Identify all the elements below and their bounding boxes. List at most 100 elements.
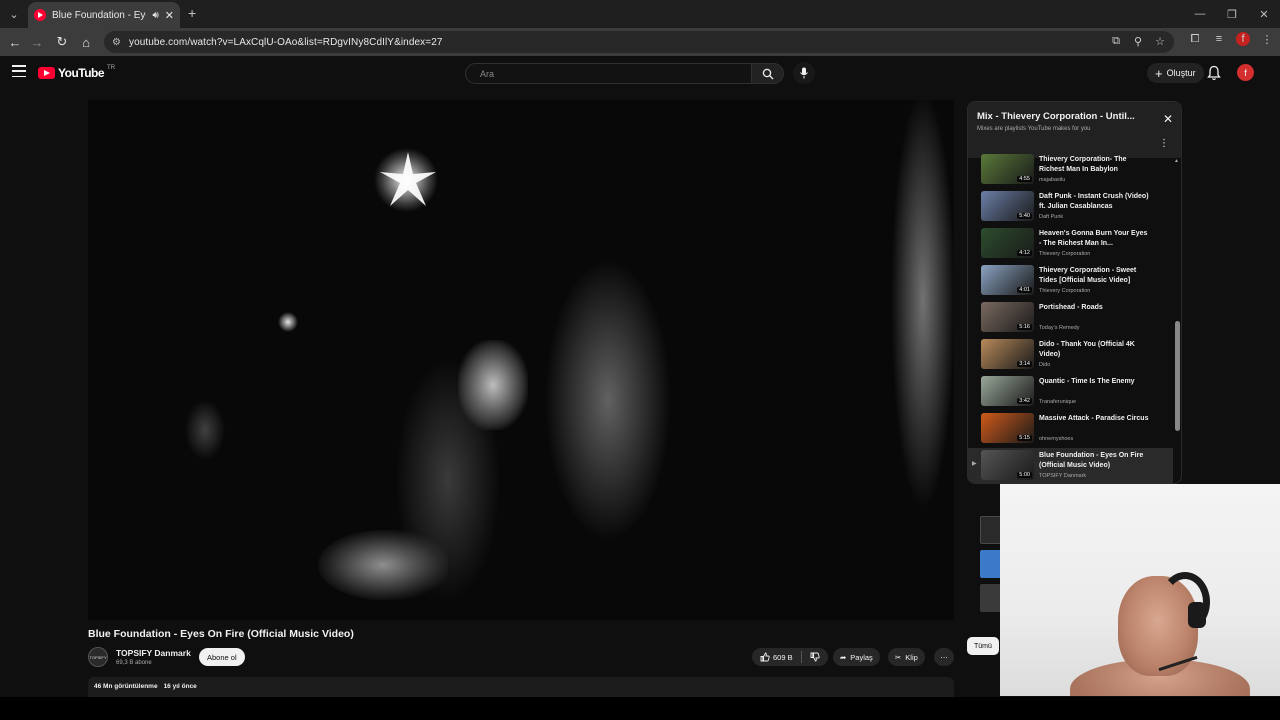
new-tab-plus-icon[interactable]: + [188, 5, 196, 21]
clip-button[interactable]: ✂ Klip [888, 648, 925, 666]
region-code: TR [107, 65, 116, 71]
scroll-up-arrow-icon[interactable]: ▲ [1174, 158, 1179, 164]
browser-menu-icon[interactable]: ⋮ [1260, 33, 1274, 46]
video-player[interactable] [88, 100, 954, 620]
search-icon [762, 68, 773, 79]
playlist-item[interactable]: 4:01 Thievery Corporation - Sweet Tides [… [968, 263, 1173, 300]
playlist-item-title: Thievery Corporation- The Richest Man In… [1039, 156, 1127, 173]
playlist-item[interactable]: 5:15 Massive Attack - Paradise Circus ohne… [968, 411, 1173, 448]
playlist-item[interactable]: 5:40 Daft Punk - Instant Crush (Video) ft… [968, 189, 1173, 226]
browser-tab-active[interactable]: Blue Foundation - Eyes On Fire 🔊︎ ✕ [28, 2, 180, 28]
close-tab-icon[interactable]: ✕ [165, 9, 174, 22]
voice-search-button[interactable] [793, 62, 815, 84]
microphone-icon [800, 67, 808, 79]
playlist-item-title: Heaven's Gonna Burn Your Eyes - The Rich… [1039, 230, 1148, 247]
window-controls: — ❐ ✕ [1184, 0, 1280, 28]
more-actions-button[interactable]: ⋯ [934, 648, 954, 666]
scrollbar-thumb[interactable] [1175, 321, 1180, 431]
playlist-item[interactable]: 3:42 Quantic - Time Is The Enemy Tranaferu… [968, 374, 1173, 411]
subscribe-button[interactable]: Abone ol [199, 648, 245, 666]
bookmark-star-icon[interactable]: ☆ [1154, 35, 1166, 48]
share-label: Paylaş [850, 652, 873, 662]
chip-all[interactable]: Tümü [967, 637, 999, 655]
partial-thumb[interactable] [980, 516, 1002, 544]
like-count: 609 B [773, 652, 793, 662]
url-bar[interactable]: ⚙ youtube.com/watch?v=LAxCqlU-OAo&list=R… [104, 31, 1174, 53]
playlist-item-title: Daft Punk - Instant Crush (Video) ft. Ju… [1039, 193, 1149, 210]
duration-badge: 5:16 [1017, 324, 1032, 330]
site-info-icon[interactable]: ⚙ [112, 37, 121, 48]
playlist-item-channel: Tranaferunique [1039, 399, 1077, 405]
video-frame-guitar [318, 530, 448, 600]
browser-tabstrip: ⌄ Blue Foundation - Eyes On Fire 🔊︎ ✕ + … [0, 0, 1280, 28]
channel-avatar-text: TOPSIFY [89, 654, 107, 660]
browser-toolbar: ← → ↻ ⌂ ⚙ youtube.com/watch?v=LAxCqlU-OA… [0, 28, 1280, 56]
channel-name[interactable]: TOPSIFY Danmark [116, 648, 191, 658]
playlist-item-title: Portishead - Roads [1039, 304, 1103, 311]
dislike-button[interactable] [802, 648, 828, 666]
minimize-icon[interactable]: — [1184, 0, 1216, 28]
duration-badge: 3:42 [1017, 398, 1032, 404]
more-horizontal-icon: ⋯ [940, 652, 948, 662]
playlist-item-channel: Thievery Corporation [1039, 251, 1091, 257]
playlist-item[interactable]: 5:16 Portishead - Roads Today's Remedy [968, 300, 1173, 337]
playlist-item[interactable]: 4:55 Thievery Corporation- The Richest Ma… [968, 152, 1173, 189]
playlist-thumbnail[interactable]: 3:14 [981, 339, 1034, 369]
youtube-logo[interactable]: YouTube TR [38, 65, 116, 80]
install-app-icon[interactable]: ⧉ [1110, 35, 1122, 48]
like-dislike-group: 609 B [752, 648, 828, 666]
create-button[interactable]: + Oluştur [1147, 63, 1204, 83]
view-count: 46 Mn görüntülenme [94, 683, 158, 690]
playlist-more-icon[interactable]: ⋮ [1159, 139, 1169, 149]
menu-hamburger-icon[interactable] [12, 65, 26, 77]
forward-arrow-icon[interactable]: → [28, 33, 46, 51]
notifications-bell-icon[interactable] [1207, 65, 1221, 81]
restore-icon[interactable]: ❐ [1216, 0, 1248, 28]
partial-thumb[interactable] [980, 550, 1002, 578]
playlist-thumbnail[interactable]: 4:01 [981, 265, 1034, 295]
webcam-overlay [1000, 484, 1280, 696]
playlist-thumbnail[interactable]: 5:15 [981, 413, 1034, 443]
clip-label: Klip [905, 652, 918, 662]
playlist-thumbnail[interactable]: 5:16 [981, 302, 1034, 332]
share-button[interactable]: ➦ Paylaş [833, 648, 880, 666]
search-input[interactable] [480, 68, 737, 79]
playlist-title[interactable]: Mix - Thievery Corporation - Until... [977, 111, 1152, 122]
playlist-panel: Mix - Thievery Corporation - Until... Mi… [967, 101, 1182, 484]
playlist-item[interactable]: 3:14 Dido - Thank You (Official 4K Video)… [968, 337, 1173, 374]
home-icon[interactable]: ⌂ [77, 33, 95, 51]
channel-avatar[interactable]: TOPSIFY [88, 647, 108, 667]
browser-toolbar-right: ⧠ ≡ f ⋮ [1188, 32, 1274, 46]
youtube-favicon-icon [34, 9, 46, 21]
close-playlist-icon[interactable]: ✕ [1163, 112, 1173, 126]
media-controls-icon[interactable]: ≡ [1212, 33, 1226, 45]
playlist-thumbnail[interactable]: 3:42 [981, 376, 1034, 406]
headset-earcup [1188, 602, 1206, 628]
audio-playing-icon[interactable]: 🔊︎ [152, 10, 158, 21]
duration-badge: 4:12 [1017, 250, 1032, 256]
thumbs-up-icon [760, 652, 770, 662]
plus-icon: + [1155, 65, 1163, 81]
playlist-item[interactable]: 4:12 Heaven's Gonna Burn Your Eyes - The … [968, 226, 1173, 263]
playlist-scrollbar[interactable]: ▲ [1174, 158, 1180, 483]
back-arrow-icon[interactable]: ← [6, 33, 24, 51]
reload-icon[interactable]: ↻ [53, 33, 71, 51]
playlist-thumbnail[interactable]: 5:00 [981, 450, 1034, 480]
zoom-icon[interactable]: ⚲ [1132, 35, 1144, 48]
playlist-thumbnail[interactable]: 5:40 [981, 191, 1034, 221]
description-box[interactable]: 46 Mn görüntülenme 16 yıl önce [88, 677, 954, 697]
playlist-thumbnail[interactable]: 4:55 [981, 154, 1034, 184]
extensions-icon[interactable]: ⧠ [1188, 33, 1202, 46]
playlist-item-title: Quantic - Time Is The Enemy [1039, 378, 1135, 385]
search-button[interactable] [752, 63, 784, 84]
close-window-icon[interactable]: ✕ [1248, 0, 1280, 28]
partial-thumb[interactable] [980, 584, 1002, 612]
playlist-thumbnail[interactable]: 4:12 [981, 228, 1034, 258]
browser-profile-avatar[interactable]: f [1236, 32, 1250, 46]
thumbs-down-icon [810, 652, 820, 662]
account-avatar[interactable]: f [1237, 64, 1254, 81]
like-button[interactable]: 609 B [752, 648, 801, 666]
playlist-item-channel: Thievery Corporation [1039, 288, 1091, 294]
tab-list-chevron-icon[interactable]: ⌄ [4, 4, 24, 24]
playlist-item-current[interactable]: ▶ 5:00 Blue Foundation - Eyes On Fire (Off… [968, 448, 1173, 483]
